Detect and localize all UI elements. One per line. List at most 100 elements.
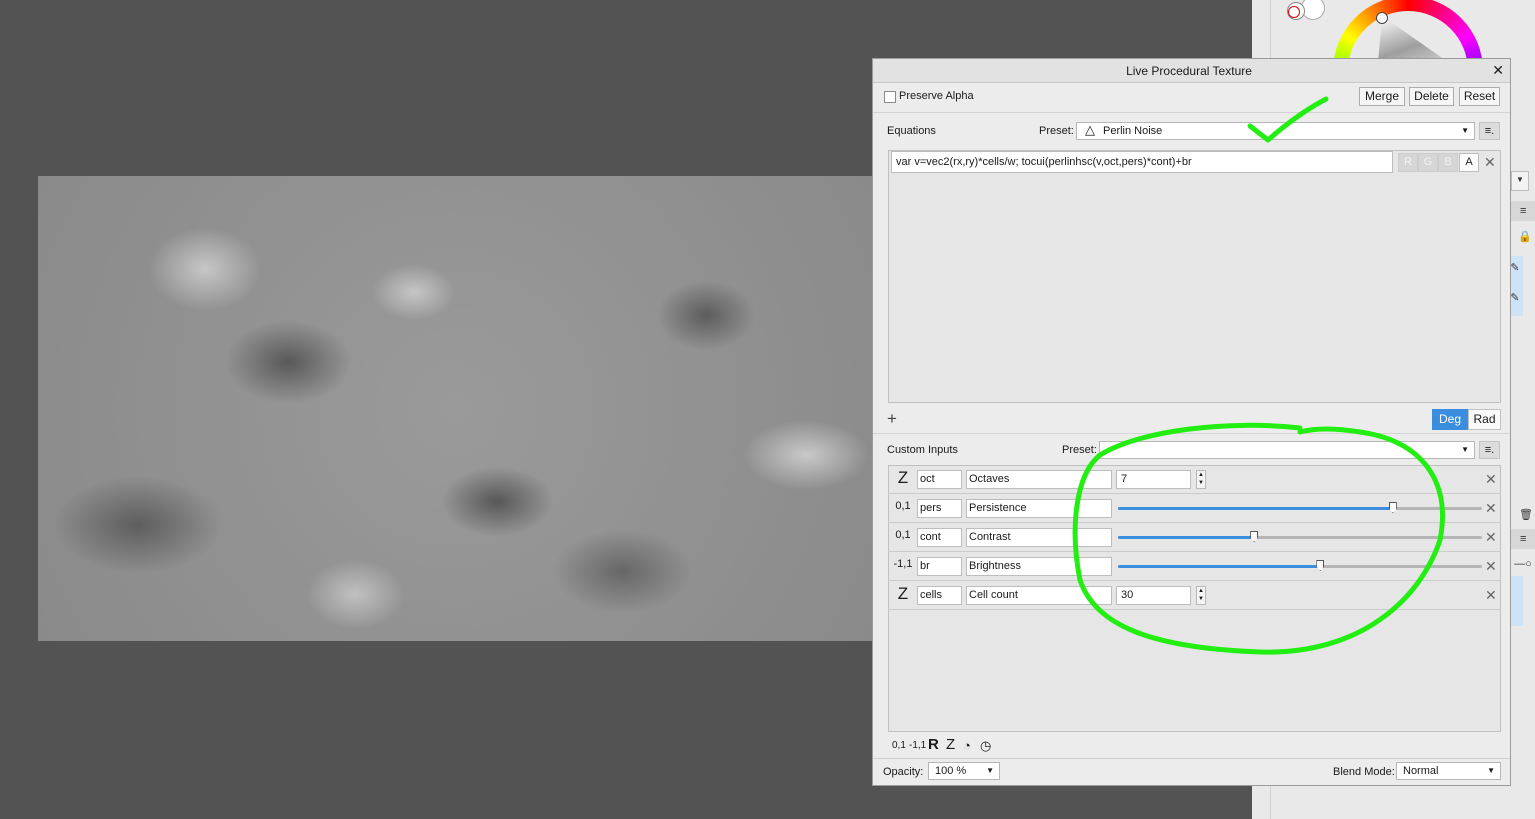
display-name-field[interactable]: Cell count [966, 586, 1112, 605]
remove-input-icon[interactable]: ✕ [1485, 500, 1497, 517]
variable-name-field[interactable]: pers [917, 499, 962, 518]
chevron-down-icon: ▼ [1487, 766, 1495, 775]
integer-type-icon: Z [897, 584, 909, 603]
lock-icon[interactable]: 🔒 [1517, 229, 1533, 245]
variable-name-field[interactable]: br [917, 557, 962, 576]
chevron-down-icon: ▼ [986, 766, 994, 775]
blend-mode-value: Normal [1403, 765, 1439, 777]
panel-menu-row-2[interactable]: ≡ [1511, 529, 1535, 549]
dialog-title: Live Procedural Texture [1126, 64, 1252, 78]
slider-knob-icon[interactable]: —○ [1511, 556, 1535, 572]
slider-thumb[interactable] [1388, 502, 1397, 513]
brightness-slider[interactable] [1118, 560, 1482, 571]
channel-b-button[interactable]: B [1438, 153, 1458, 172]
add-minus1-1-input-button[interactable]: -1,1 [909, 740, 926, 751]
dialog-footer: Opacity: 100 % ▼ Blend Mode: Normal ▼ [873, 758, 1510, 786]
variable-name-field[interactable]: cont [917, 528, 962, 547]
custom-input-row: Z oct Octaves 7 ▲ ▼ ✕ [888, 465, 1501, 494]
channel-r-button[interactable]: R [1398, 153, 1418, 172]
channel-a-button[interactable]: A [1459, 153, 1479, 172]
octaves-value-field[interactable]: 7 [1116, 470, 1191, 489]
equations-preset-menu-button[interactable]: ≡. [1479, 122, 1500, 140]
delete-button[interactable]: Delete [1409, 87, 1454, 106]
custom-inputs-preset-label: Preset: [1062, 444, 1097, 456]
cell-count-stepper[interactable]: ▲ ▼ [1196, 586, 1206, 605]
equations-preset-dropdown[interactable]: △ Perlin Noise ▼ [1076, 122, 1475, 140]
live-procedural-texture-dialog: Live Procedural Texture ✕ Preserve Alpha… [872, 58, 1511, 786]
custom-inputs-preset-dropdown[interactable]: ▼ [1099, 441, 1475, 459]
no-color-icon[interactable] [1288, 6, 1300, 18]
canvas-noise-image [38, 176, 873, 641]
display-name-field[interactable]: Brightness [966, 557, 1112, 576]
menu-icon: ≡. [1484, 125, 1495, 137]
add-equation-button[interactable]: + [887, 409, 897, 429]
edit-icon[interactable]: ✎ [1510, 260, 1520, 276]
perlin-triangle-icon: △ [1085, 122, 1095, 137]
remove-input-icon[interactable]: ✕ [1485, 529, 1497, 546]
range-type-label: 0,1 [895, 500, 911, 512]
slider-thumb[interactable] [1316, 560, 1325, 571]
add-angle-rad-input-icon[interactable]: ◷ [980, 738, 991, 754]
separator [873, 112, 1510, 113]
opacity-label: Opacity: [883, 766, 924, 778]
rad-toggle[interactable]: Rad [1468, 409, 1501, 430]
equations-label: Equations [887, 125, 936, 137]
chevron-down-icon: ▼ [1461, 126, 1469, 135]
display-name-field[interactable]: Octaves [966, 470, 1112, 489]
equations-list [888, 150, 1501, 403]
edit-icon-2[interactable]: ✎ [1510, 290, 1520, 306]
add-angle-input-icon[interactable]: ◔ [963, 738, 971, 753]
panel-dropdown-button[interactable]: ▼ [1511, 171, 1529, 191]
chevron-down-icon: ▼ [1461, 445, 1469, 454]
dialog-title-bar[interactable]: Live Procedural Texture ✕ [873, 59, 1510, 83]
equations-preset-value: Perlin Noise [1103, 125, 1163, 137]
trash-icon[interactable]: 🗑 [1518, 507, 1534, 523]
display-name-field[interactable]: Persistence [966, 499, 1112, 518]
custom-input-row: Z cells Cell count 30 ▲ ▼ ✕ [888, 581, 1501, 610]
equations-preset-label: Preset: [1039, 125, 1074, 137]
range-type-label: 0,1 [895, 529, 911, 541]
preserve-alpha-label: Preserve Alpha [899, 90, 974, 102]
list-selection-highlight [1511, 576, 1523, 626]
remove-input-icon[interactable]: ✕ [1485, 558, 1497, 575]
deg-toggle[interactable]: Deg [1432, 409, 1468, 430]
custom-input-row: 0,1 cont Contrast ✕ [888, 523, 1501, 552]
variable-name-field[interactable]: oct [917, 470, 962, 489]
integer-type-icon: Z [897, 468, 909, 487]
merge-button[interactable]: Merge [1359, 87, 1405, 106]
add-0-1-input-button[interactable]: 0,1 [892, 740, 906, 751]
chevron-down-icon: ▼ [1516, 175, 1524, 184]
panel-menu-row[interactable]: ≡ [1511, 201, 1535, 221]
menu-icon: ≡ [1520, 205, 1527, 217]
display-name-field[interactable]: Contrast [966, 528, 1112, 547]
slider-fill [1118, 536, 1255, 539]
channel-g-button[interactable]: G [1418, 153, 1438, 172]
menu-icon-2: ≡ [1520, 533, 1527, 545]
slider-thumb[interactable] [1250, 531, 1259, 542]
reset-button[interactable]: Reset [1459, 87, 1500, 106]
preserve-alpha-checkbox[interactable] [884, 91, 896, 103]
contrast-slider[interactable] [1118, 531, 1482, 542]
blend-mode-dropdown[interactable]: Normal ▼ [1396, 762, 1501, 780]
hue-knob[interactable] [1376, 12, 1388, 24]
add-z-input-button[interactable]: Z [946, 736, 955, 753]
octaves-stepper[interactable]: ▲ ▼ [1196, 470, 1206, 489]
slider-fill [1118, 507, 1393, 510]
custom-inputs-label: Custom Inputs [887, 444, 958, 456]
add-r-input-button[interactable]: R [928, 736, 939, 753]
custom-inputs-menu-button[interactable]: ≡. [1479, 441, 1500, 459]
cell-count-value-field[interactable]: 30 [1116, 586, 1191, 605]
remove-input-icon[interactable]: ✕ [1485, 471, 1497, 488]
close-icon[interactable]: ✕ [1492, 62, 1504, 78]
opacity-dropdown[interactable]: 100 % ▼ [928, 762, 1000, 780]
equation-input[interactable]: var v=vec2(rx,ry)*cells/w; tocui(perlinh… [891, 151, 1393, 173]
variable-name-field[interactable]: cells [917, 586, 962, 605]
custom-input-row: -1,1 br Brightness ✕ [888, 552, 1501, 581]
custom-input-row: 0,1 pers Persistence ✕ [888, 494, 1501, 523]
persistence-slider[interactable] [1118, 502, 1482, 513]
slider-fill [1118, 565, 1321, 568]
remove-input-icon[interactable]: ✕ [1485, 587, 1497, 604]
remove-equation-icon[interactable]: ✕ [1484, 154, 1496, 171]
separator [873, 433, 1510, 434]
blend-mode-label: Blend Mode: [1333, 766, 1395, 778]
